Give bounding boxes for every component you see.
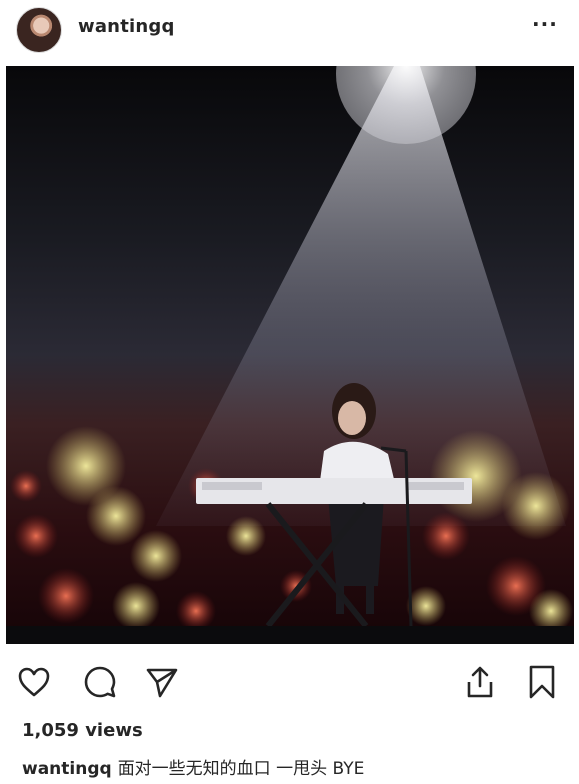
avatar[interactable] bbox=[16, 7, 62, 53]
upload-icon[interactable] bbox=[460, 662, 500, 702]
heart-icon[interactable] bbox=[14, 662, 54, 702]
stage-floor bbox=[6, 626, 574, 644]
view-count: 1,059 views bbox=[22, 720, 143, 741]
spotlight-photo-illustration bbox=[10, 66, 573, 633]
post-header: wantingq ··· bbox=[0, 0, 579, 66]
more-options-icon[interactable]: ··· bbox=[532, 14, 558, 34]
post-caption: wantingq 面对一些无知的血口 一甩头 BYE bbox=[22, 754, 364, 779]
caption-text: 面对一些无知的血口 一甩头 BYE bbox=[117, 759, 365, 779]
send-icon[interactable] bbox=[142, 662, 182, 702]
post-username[interactable]: wantingq bbox=[78, 16, 175, 37]
post-photo[interactable] bbox=[6, 66, 574, 644]
bookmark-icon[interactable] bbox=[522, 662, 562, 702]
caption-username[interactable]: wantingq bbox=[22, 759, 112, 779]
comment-icon[interactable] bbox=[80, 662, 120, 702]
action-bar bbox=[0, 650, 579, 710]
